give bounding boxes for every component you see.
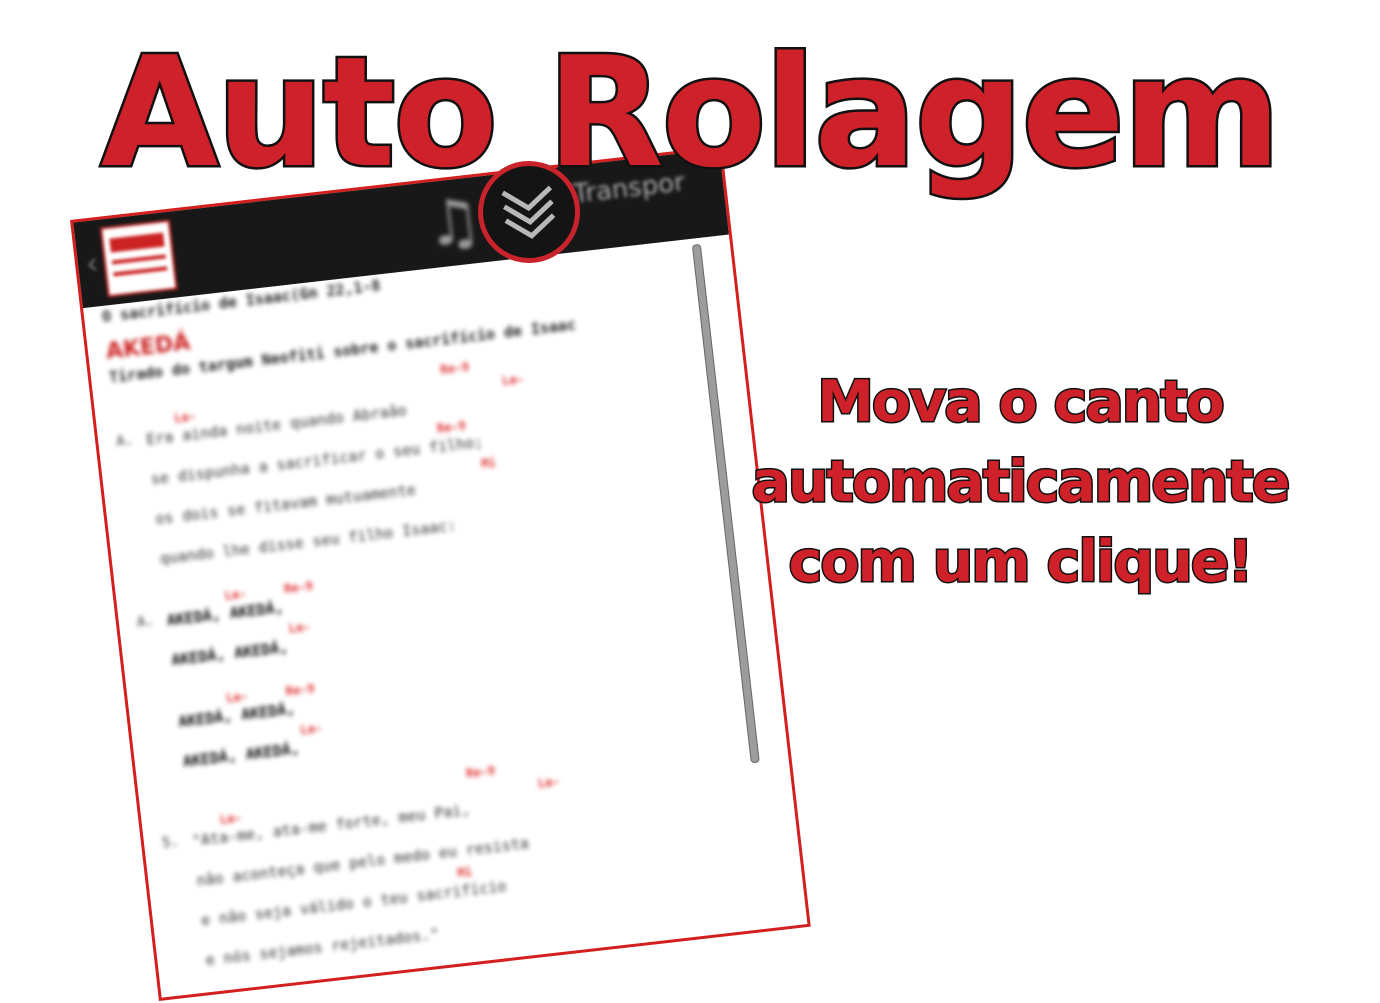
verse-number: A. xyxy=(115,432,135,451)
chord-label: La- xyxy=(537,774,561,791)
chord-label: La- xyxy=(501,371,525,389)
tagline-line-1: Mova o canto xyxy=(816,368,1227,437)
tagline: Mova o canto automaticamente com um cliq… xyxy=(720,362,1320,602)
chord-label: Re-9 xyxy=(436,418,467,436)
tagline-line-3: com um clique! xyxy=(787,528,1255,597)
chord-label: Re-9 xyxy=(465,763,496,781)
stanza: Re-9 5. La- La- "Ata-me, ata-me forte, meu P… xyxy=(157,736,753,979)
chord-label: Re-9 xyxy=(284,681,316,699)
chord-label: Re-9 xyxy=(283,578,314,597)
chord-label: Mi xyxy=(456,864,473,881)
chord-label: La- xyxy=(287,619,312,636)
phone-screenshot: ‹ ♫ Transpor O sacrifício de Isaac(Gn 22… xyxy=(70,145,811,1001)
song-stanzas: Re-9 A. La- La- Era ainda noite quando Abraã… xyxy=(112,335,754,979)
app-logo xyxy=(100,219,178,298)
song-content: O sacrifício de Isaac(Gn 22,1-8 AKEDÁ Ti… xyxy=(101,242,756,1000)
lyric-text: e nós sejamos rejeitados." xyxy=(204,924,441,970)
chord-label: La- xyxy=(223,586,247,603)
headline: Auto Rolagem xyxy=(98,22,1283,204)
chord-label: La- xyxy=(299,720,323,738)
chevron-left-icon[interactable]: ‹ xyxy=(84,246,100,282)
chord-label: La- xyxy=(225,688,249,706)
chord-label: Mi xyxy=(480,455,497,471)
chord-label: La- xyxy=(173,409,197,426)
chord-label: Re-9 xyxy=(439,359,470,377)
lyric-text: AKEDÁ, AKEDÁ, xyxy=(170,638,290,670)
verse-number: A. xyxy=(136,613,155,631)
chord-label: La- xyxy=(219,810,243,827)
tagline-line-2: automaticamente xyxy=(750,448,1292,517)
verse-number: 5. xyxy=(161,833,180,852)
lyric-text: AKEDÁ, AKEDÁ, xyxy=(182,739,301,771)
